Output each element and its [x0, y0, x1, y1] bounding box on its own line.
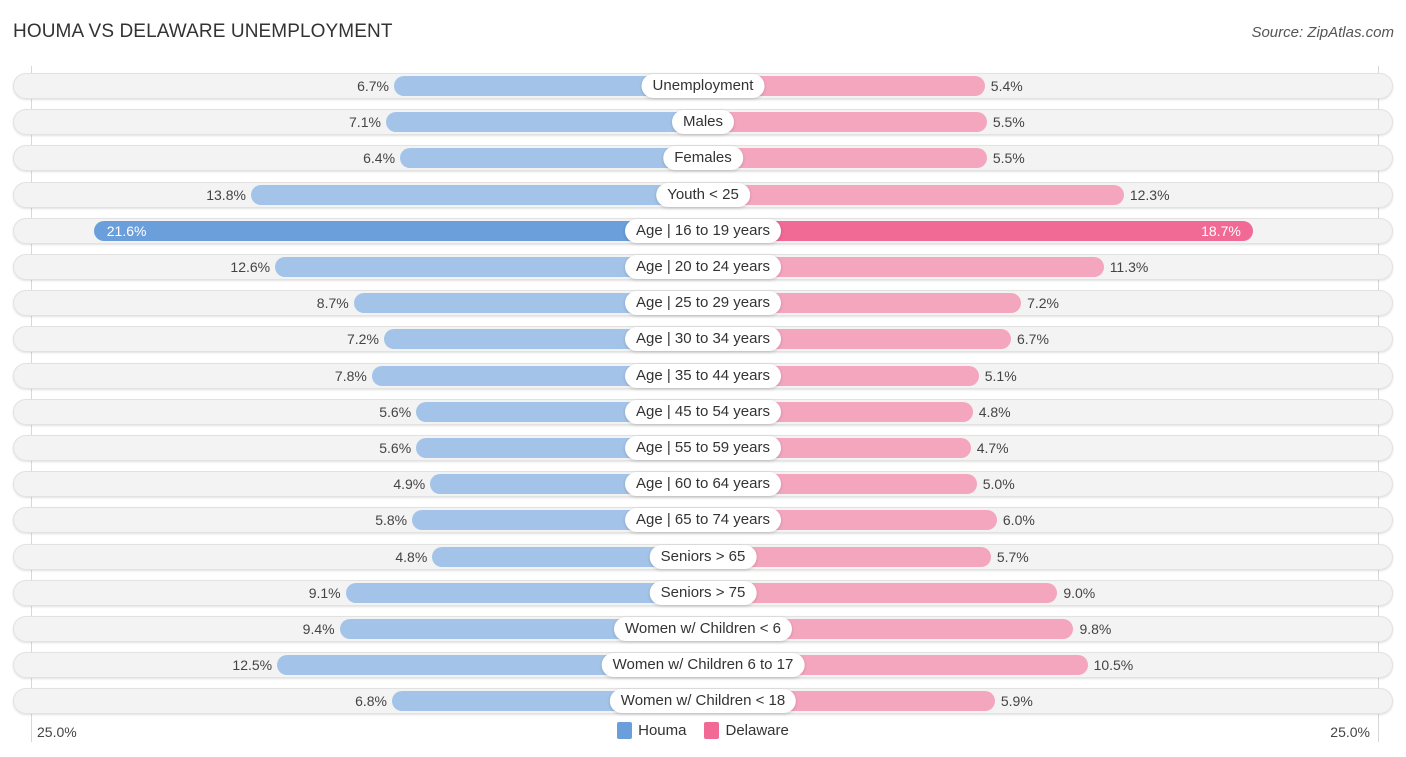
value-label-delaware: 5.5% — [992, 114, 1025, 130]
value-label-delaware: 5.7% — [996, 549, 1029, 565]
category-label: Seniors > 65 — [649, 545, 757, 569]
value-label-delaware: 6.0% — [1002, 512, 1035, 528]
value-label-houma: 9.1% — [308, 585, 341, 601]
category-label: Youth < 25 — [656, 183, 750, 207]
value-label-delaware: 9.0% — [1063, 585, 1096, 601]
category-label: Age | 35 to 44 years — [625, 364, 781, 388]
value-label-houma: 6.8% — [355, 693, 387, 709]
category-label: Age | 25 to 29 years — [625, 291, 781, 315]
value-label-delaware: 9.8% — [1079, 621, 1112, 637]
category-label: Women w/ Children 6 to 17 — [601, 653, 805, 677]
value-label-delaware: 6.7% — [1017, 331, 1049, 347]
category-label: Males — [671, 110, 735, 134]
bar-houma[interactable] — [93, 221, 703, 241]
value-label-houma: 5.8% — [375, 512, 408, 528]
bar-houma[interactable] — [385, 112, 703, 132]
value-label-delaware: 18.7% — [1201, 223, 1241, 239]
category-label: Age | 45 to 54 years — [625, 400, 781, 424]
bar-delaware[interactable] — [703, 112, 987, 132]
value-label-houma: 12.6% — [230, 259, 271, 275]
value-label-houma: 5.6% — [379, 404, 412, 420]
legend-item-houma[interactable]: Houma — [617, 722, 686, 739]
category-label: Seniors > 75 — [649, 581, 757, 605]
legend-label-houma: Houma — [638, 722, 687, 739]
category-label: Age | 55 to 59 years — [625, 436, 781, 460]
value-label-houma: 4.9% — [393, 476, 426, 492]
category-label: Women w/ Children < 18 — [609, 689, 797, 713]
legend-item-delaware[interactable]: Delaware — [704, 722, 789, 739]
bar-delaware[interactable] — [703, 221, 1253, 241]
category-label: Age | 30 to 34 years — [625, 327, 781, 351]
category-label: Age | 20 to 24 years — [625, 255, 781, 279]
value-label-houma: 7.8% — [334, 368, 367, 384]
value-label-delaware: 4.7% — [976, 440, 1009, 456]
category-label: Age | 16 to 19 years — [625, 219, 781, 243]
value-label-delaware: 10.5% — [1093, 657, 1134, 673]
value-label-houma: 7.1% — [349, 114, 381, 130]
value-label-houma: 8.7% — [316, 295, 349, 311]
legend-label-delaware: Delaware — [725, 722, 789, 739]
value-label-houma: 6.7% — [357, 78, 389, 94]
legend-swatch-delaware — [704, 722, 720, 739]
value-label-delaware: 4.8% — [978, 404, 1011, 420]
value-label-houma: 21.6% — [106, 223, 147, 239]
bar-houma[interactable] — [250, 185, 703, 205]
legend-swatch-houma — [617, 722, 633, 739]
value-label-delaware: 7.2% — [1027, 295, 1059, 311]
bar-delaware[interactable] — [703, 148, 987, 168]
value-label-delaware: 12.3% — [1129, 187, 1170, 203]
value-label-houma: 5.6% — [379, 440, 412, 456]
value-label-delaware: 5.0% — [982, 476, 1015, 492]
category-label: Unemployment — [641, 74, 765, 98]
value-label-delaware: 5.9% — [1000, 693, 1033, 709]
category-label: Women w/ Children < 6 — [613, 617, 793, 641]
value-label-houma: 12.5% — [232, 657, 273, 673]
category-label: Age | 65 to 74 years — [625, 508, 781, 532]
value-label-delaware: 5.1% — [984, 368, 1017, 384]
category-label: Age | 60 to 64 years — [625, 472, 781, 496]
value-label-delaware: 11.3% — [1109, 259, 1149, 275]
chart-title: HOUMA VS DELAWARE UNEMPLOYMENT — [13, 21, 393, 42]
value-label-houma: 9.4% — [302, 621, 335, 637]
bar-delaware[interactable] — [703, 185, 1124, 205]
category-label: Females — [663, 146, 743, 170]
value-label-delaware: 5.4% — [990, 78, 1023, 94]
value-label-delaware: 5.5% — [992, 150, 1025, 166]
value-label-houma: 4.8% — [395, 549, 428, 565]
value-label-houma: 7.2% — [347, 331, 379, 347]
value-label-houma: 6.4% — [363, 150, 396, 166]
value-label-houma: 13.8% — [206, 187, 246, 203]
bar-houma[interactable] — [400, 148, 703, 168]
legend: Houma Delaware — [0, 722, 1406, 739]
source-label: Source: ZipAtlas.com — [1251, 24, 1394, 41]
